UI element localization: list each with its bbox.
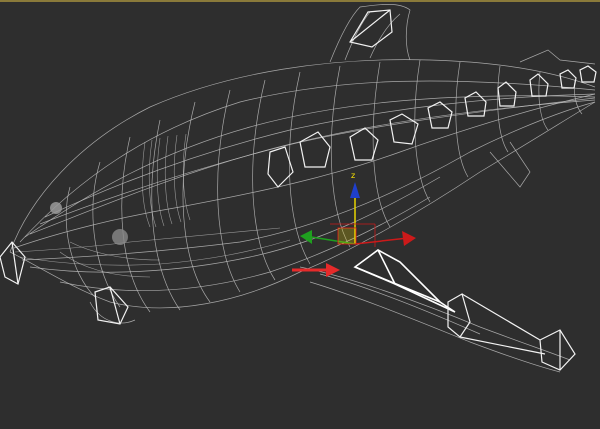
gizmo-axis-label: z (351, 171, 355, 180)
viewport-perspective[interactable]: z (0, 0, 600, 429)
transform-gizmo-icon[interactable]: z (300, 171, 416, 247)
bone-chain[interactable] (0, 9, 597, 371)
scene-canvas[interactable]: z (0, 2, 600, 429)
